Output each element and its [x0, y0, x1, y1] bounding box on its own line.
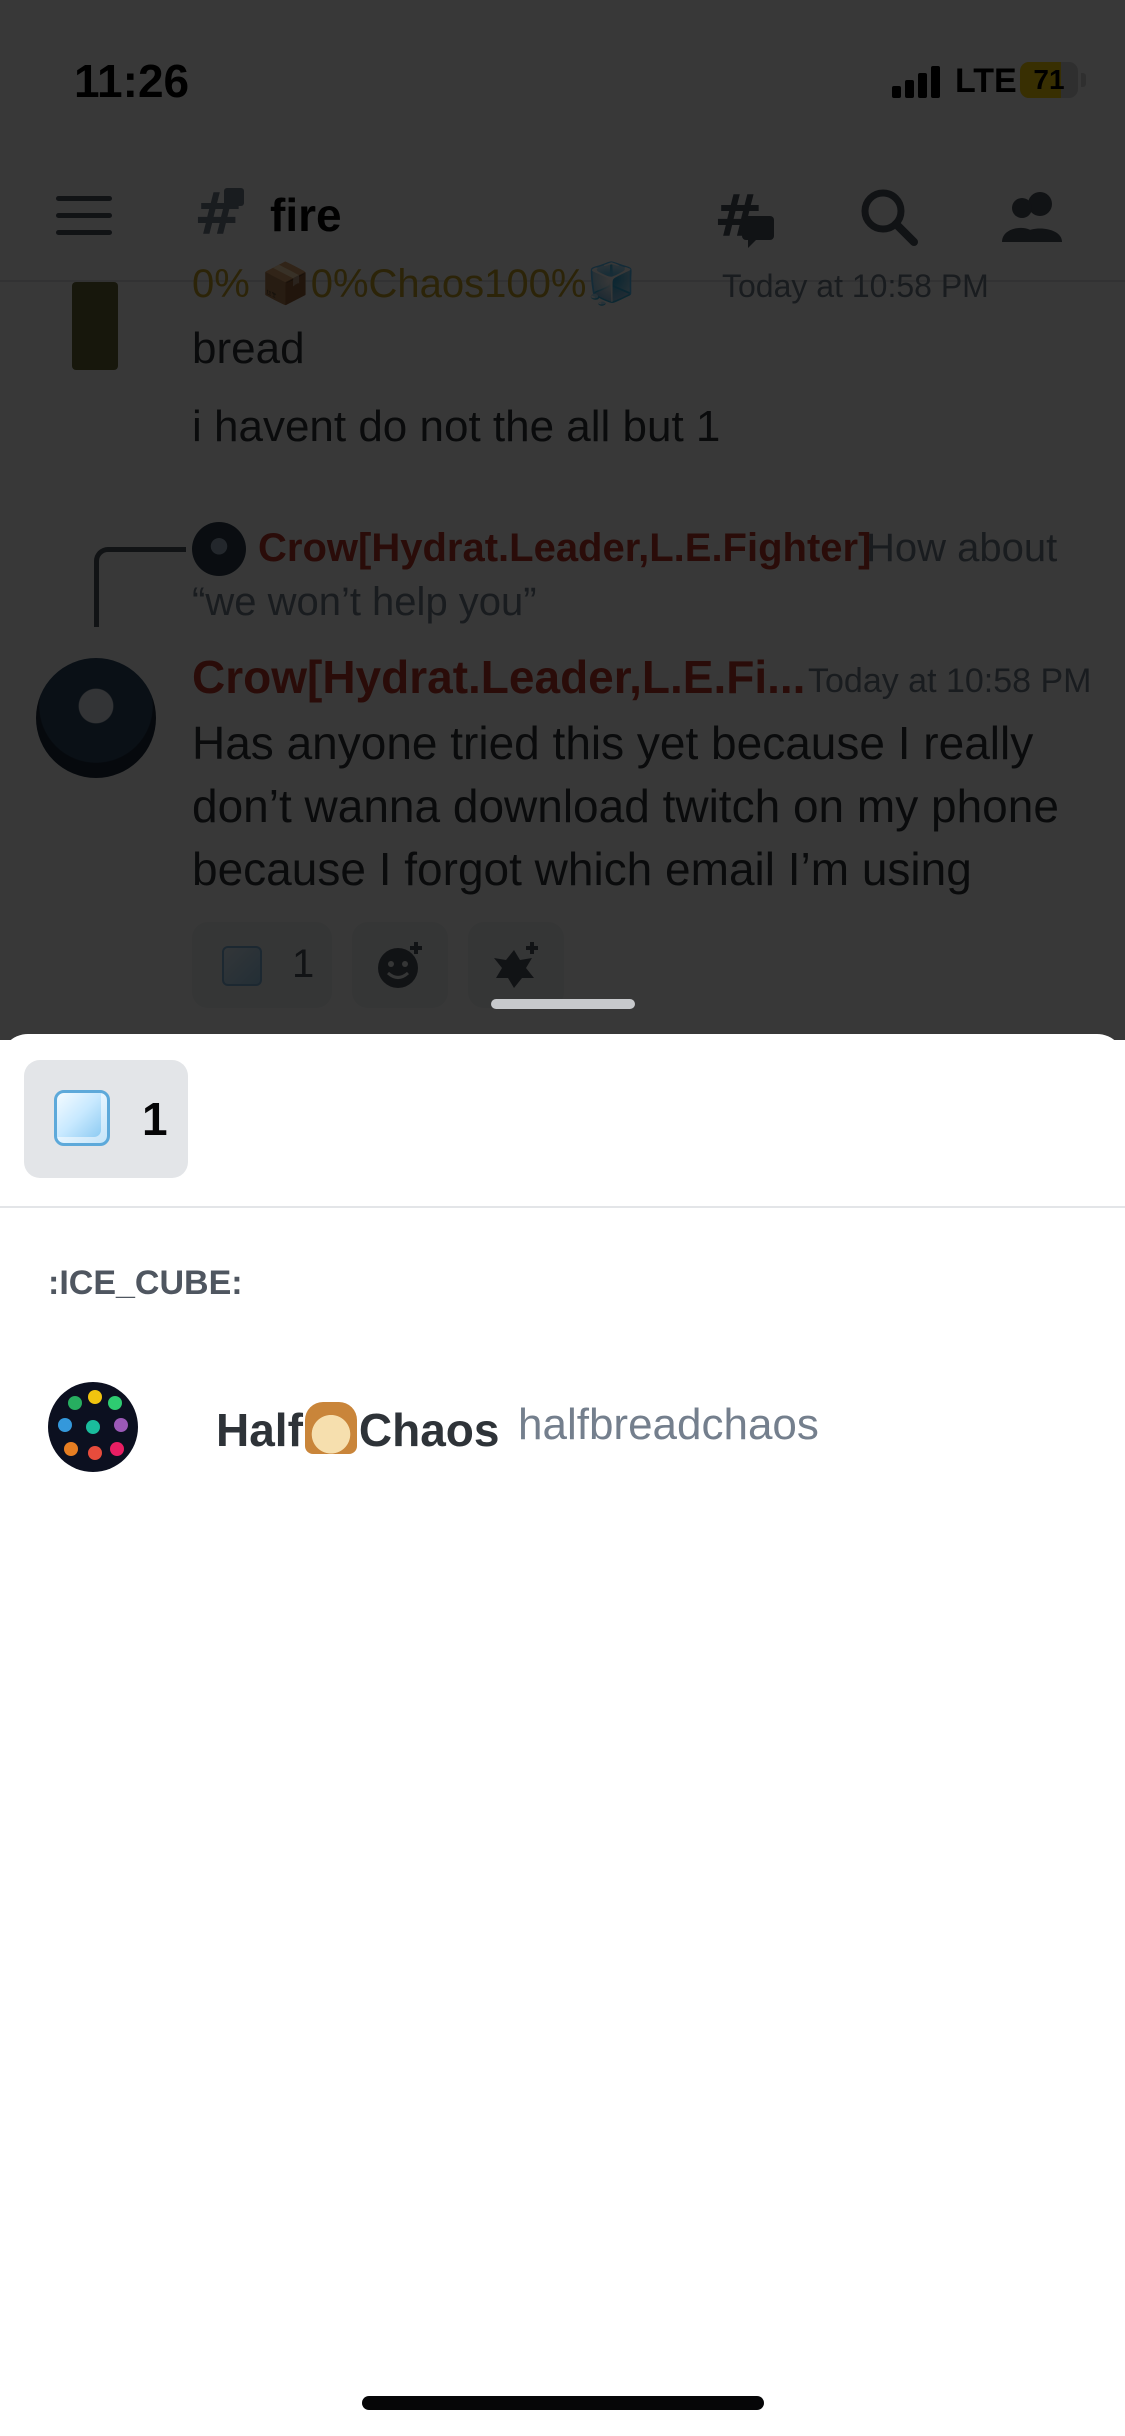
reply-preview[interactable]: “we won’t help you” [192, 580, 537, 625]
battery-level: 71 [1033, 64, 1065, 95]
reply-preview[interactable]: How about [866, 526, 1057, 571]
reactor-username: halfbreadchaos [518, 1400, 819, 1449]
battery-cap [1081, 73, 1086, 87]
message-author[interactable]: 0% 📦0%Chaos100%🧊 [192, 260, 636, 307]
reactor-row[interactable]: Half Chaos halfbreadchaos [0, 1370, 1125, 1490]
message-text: bread [192, 324, 305, 373]
message-timestamp: Today at 10:58 PM [722, 268, 989, 304]
channel-view: 11:26 LTE 71 # fire # 0% 📦0%Chaos100%🧊 T… [0, 0, 1125, 1040]
ice-cube-emoji [222, 946, 262, 986]
emoji-name: :ICE_CUBE: [48, 1264, 243, 1302]
reaction-ice-cube[interactable]: 1 [192, 922, 332, 1008]
cellular-signal-icon [892, 66, 944, 98]
message-list: 0% 📦0%Chaos100%🧊 Today at 10:58 PM bread… [0, 262, 1125, 1040]
threads-icon[interactable]: # [712, 182, 778, 250]
sheet-drag-handle[interactable] [491, 999, 635, 1009]
message-text: Has anyone tried this yet because I real… [192, 717, 1059, 895]
menu-icon[interactable] [56, 196, 112, 236]
reply-connector [94, 547, 186, 627]
display-name-part: Half [216, 1404, 303, 1456]
status-time: 11:26 [74, 55, 190, 107]
avatar [48, 1382, 138, 1472]
home-indicator[interactable] [362, 2396, 764, 2410]
bread-emoji [304, 1402, 357, 1454]
reaction-tab-ice-cube[interactable]: 1 [24, 1060, 188, 1178]
status-bar: 11:26 LTE 71 [0, 0, 1125, 150]
display-name-part: Chaos [358, 1404, 500, 1456]
message-timestamp: Today at 10:58 PM [808, 662, 1092, 700]
lock-icon [224, 188, 244, 206]
reactor-display-name: Half Chaos [216, 1402, 500, 1457]
add-reaction-icon [378, 942, 422, 988]
message-text: i havent do not the all but 1 [192, 402, 721, 451]
members-icon[interactable] [1000, 184, 1066, 250]
divider [0, 1206, 1125, 1208]
channel-name[interactable]: fire [270, 188, 342, 242]
reaction-tab-count: 1 [142, 1093, 168, 1145]
add-reaction-button[interactable] [352, 922, 448, 1008]
reply-author[interactable]: Crow[Hydrat.Leader,L.E.Fighter] [258, 526, 871, 571]
reply-avatar [192, 522, 246, 576]
network-type: LTE [955, 62, 1017, 100]
ice-cube-emoji [54, 1090, 110, 1146]
reaction-count: 1 [292, 942, 315, 986]
add-super-reaction-button[interactable] [468, 922, 564, 1008]
search-icon[interactable] [856, 184, 922, 250]
super-reaction-icon [494, 942, 538, 988]
reactions-sheet: 1 :ICE_CUBE: Half Chaos halfbreadchaos [0, 1034, 1125, 2436]
avatar[interactable] [72, 282, 118, 370]
message-author[interactable]: Crow[Hydrat.Leader,L.E.Fi... [192, 650, 805, 704]
battery-icon: 71 [1020, 62, 1078, 98]
avatar[interactable] [36, 658, 156, 778]
